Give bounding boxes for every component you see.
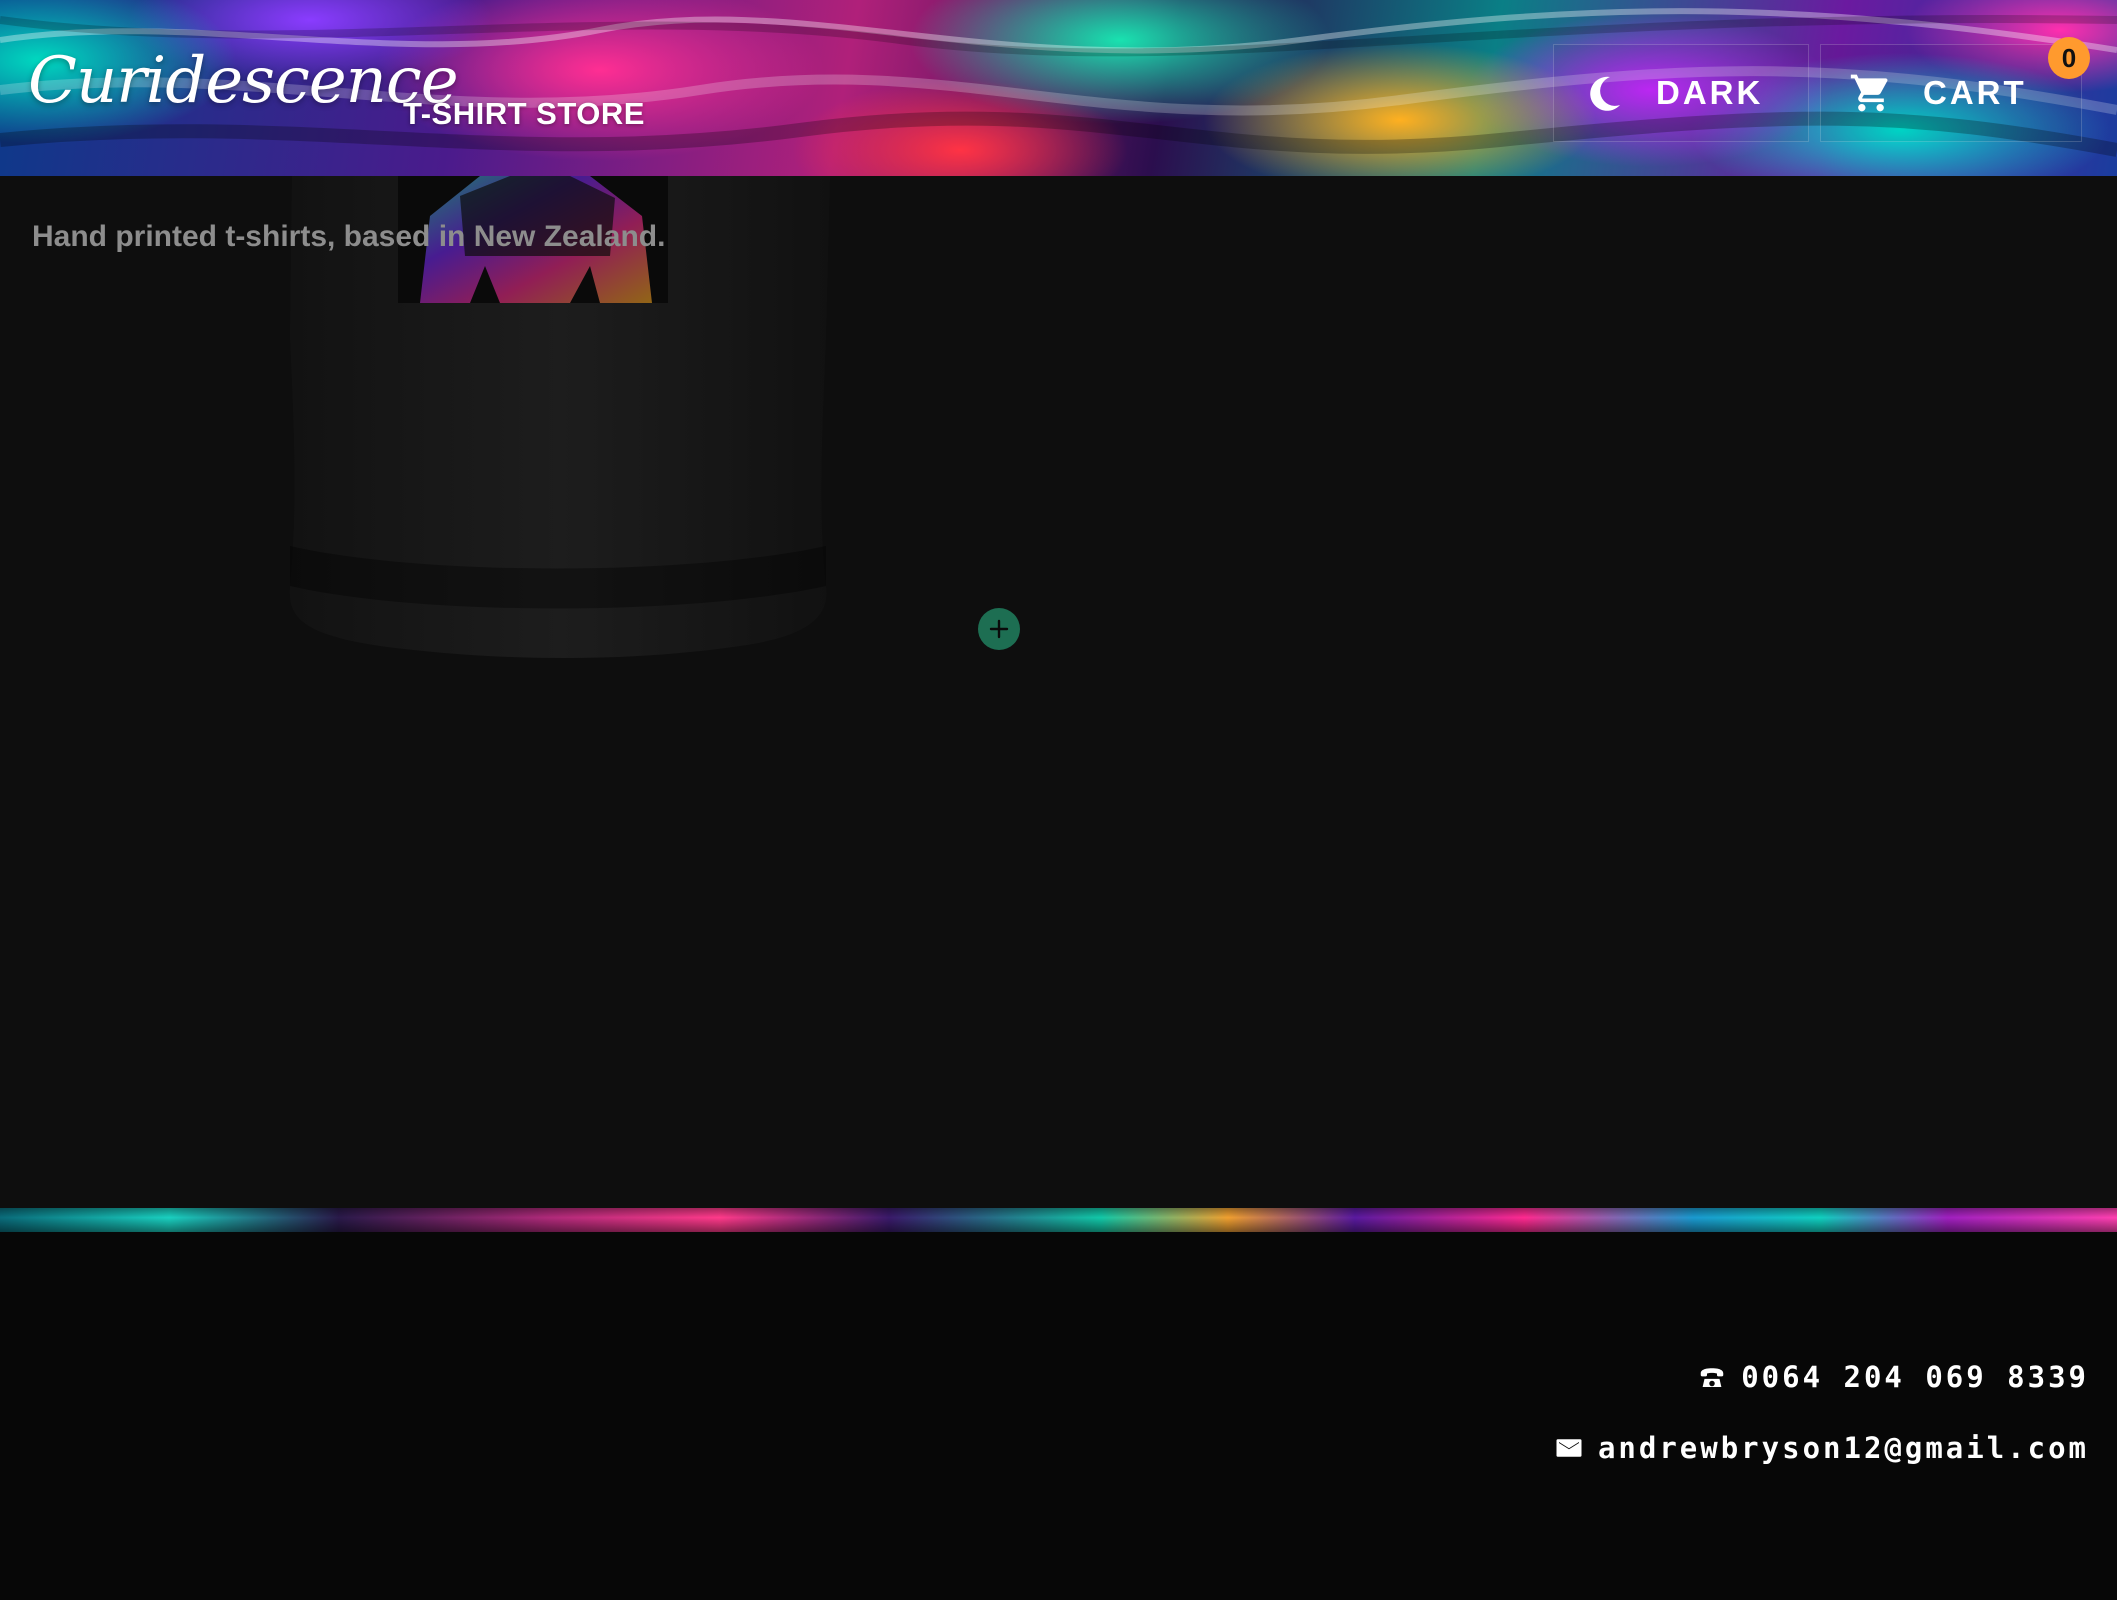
add-to-cart-button[interactable] — [978, 608, 1020, 650]
mail-icon — [1556, 1439, 1582, 1457]
iridescent-divider — [0, 1208, 2117, 1232]
plus-icon — [989, 619, 1009, 639]
cart-button[interactable]: CART — [1820, 44, 2082, 142]
theme-toggle-label: DARK — [1656, 74, 1764, 111]
moon-icon — [1590, 76, 1620, 111]
store-tagline: Hand printed t-shirts, based in New Zeal… — [32, 220, 666, 253]
cart-label: CART — [1923, 74, 2027, 111]
main-content: Hand printed t-shirts, based in New Zeal… — [0, 176, 2117, 1208]
site-logo[interactable]: Curidescence — [28, 26, 459, 136]
store-subtitle: T-SHIRT STORE — [403, 96, 645, 131]
theme-toggle-button[interactable]: DARK — [1553, 44, 1809, 142]
site-footer: 0064 204 069 8339 andrewbryson12@gmail.c… — [0, 1232, 2117, 1600]
email-address: andrewbryson12@gmail.com — [1597, 1431, 2089, 1465]
site-header: Curidescence T-SHIRT STORE DARK CART 0 — [0, 0, 2117, 176]
cart-icon — [1850, 74, 1888, 112]
contact-phone[interactable]: 0064 204 069 8339 — [1697, 1360, 2089, 1394]
phone-icon — [1700, 1368, 1724, 1387]
cart-count-badge: 0 — [2048, 37, 2090, 79]
phone-number: 0064 204 069 8339 — [1741, 1360, 2089, 1394]
contact-email[interactable]: andrewbryson12@gmail.com — [1554, 1431, 2089, 1465]
